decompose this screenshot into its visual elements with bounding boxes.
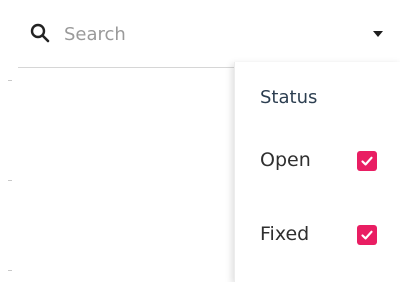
- fixed-checkbox[interactable]: [357, 225, 377, 245]
- caret-down-icon[interactable]: [370, 26, 386, 40]
- open-checkbox[interactable]: [357, 151, 377, 171]
- filter-option-open[interactable]: Open: [235, 139, 400, 183]
- filter-option-label: Open: [260, 149, 311, 171]
- search-icon[interactable]: [30, 23, 50, 43]
- filter-option-fixed[interactable]: Fixed: [235, 213, 400, 257]
- search-bar: [18, 0, 400, 68]
- menu-title: Status: [260, 87, 318, 108]
- filter-option-label: Fixed: [260, 223, 310, 245]
- status-filter-menu: Status Open Fixed: [234, 62, 400, 282]
- check-icon: [361, 230, 373, 240]
- search-input[interactable]: [64, 20, 344, 48]
- check-icon: [361, 156, 373, 166]
- search-filter-panel: Status Open Fixed: [0, 0, 400, 282]
